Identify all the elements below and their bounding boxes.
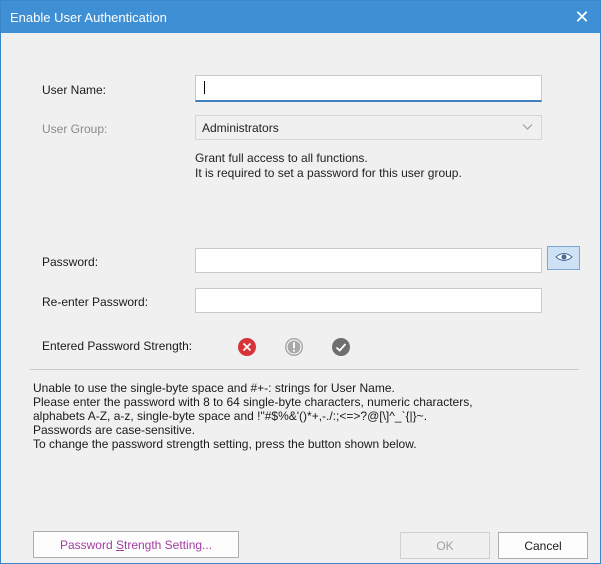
cancel-button[interactable]: Cancel — [498, 532, 588, 559]
password-input[interactable] — [195, 248, 542, 273]
note-line: Passwords are case-sensitive. — [33, 423, 196, 437]
chevron-down-icon — [522, 121, 533, 135]
text-caret — [204, 81, 205, 94]
user-name-input[interactable] — [195, 75, 542, 102]
group-description: Grant full access to all functions. It i… — [195, 151, 462, 181]
note-line: Unable to use the single-byte space and … — [33, 381, 395, 395]
strength-button-label-post: trength Setting... — [123, 537, 213, 552]
reenter-password-label: Re-enter Password: — [42, 295, 149, 309]
group-description-line: Grant full access to all functions. — [195, 151, 368, 165]
ok-button[interactable]: OK — [400, 532, 490, 559]
strength-button-label-pre: Password — [59, 537, 116, 552]
dialog-window: Enable User Authentication ✕ User Name: … — [0, 0, 601, 564]
reenter-password-input[interactable] — [195, 288, 542, 313]
note-line: alphabets A-Z, a-z, single-byte space an… — [33, 409, 428, 423]
strength-button-accelerator: S — [115, 537, 124, 552]
user-group-select[interactable]: Administrators — [195, 115, 542, 140]
user-group-label: User Group: — [42, 122, 108, 136]
password-label: Password: — [42, 255, 99, 269]
separator — [30, 369, 579, 370]
dialog-title: Enable User Authentication — [10, 10, 167, 25]
password-strength-label: Entered Password Strength: — [42, 339, 193, 353]
user-group-value: Administrators — [202, 121, 279, 135]
user-name-label: User Name: — [42, 83, 107, 97]
warning-icon — [285, 338, 303, 356]
show-password-button[interactable] — [547, 246, 580, 270]
note-line: To change the password strength setting,… — [33, 437, 417, 451]
check-icon — [332, 338, 350, 356]
note-line: Please enter the password with 8 to 64 s… — [33, 395, 473, 409]
eye-icon — [554, 251, 573, 266]
group-description-line: It is required to set a password for thi… — [195, 166, 462, 180]
password-strength-setting-button[interactable]: Password Strength Setting... — [33, 531, 239, 558]
error-icon — [238, 338, 256, 356]
password-rules-text: Unable to use the single-byte space and … — [33, 381, 473, 451]
title-bar: Enable User Authentication ✕ — [1, 1, 600, 33]
close-icon[interactable]: ✕ — [564, 1, 600, 33]
